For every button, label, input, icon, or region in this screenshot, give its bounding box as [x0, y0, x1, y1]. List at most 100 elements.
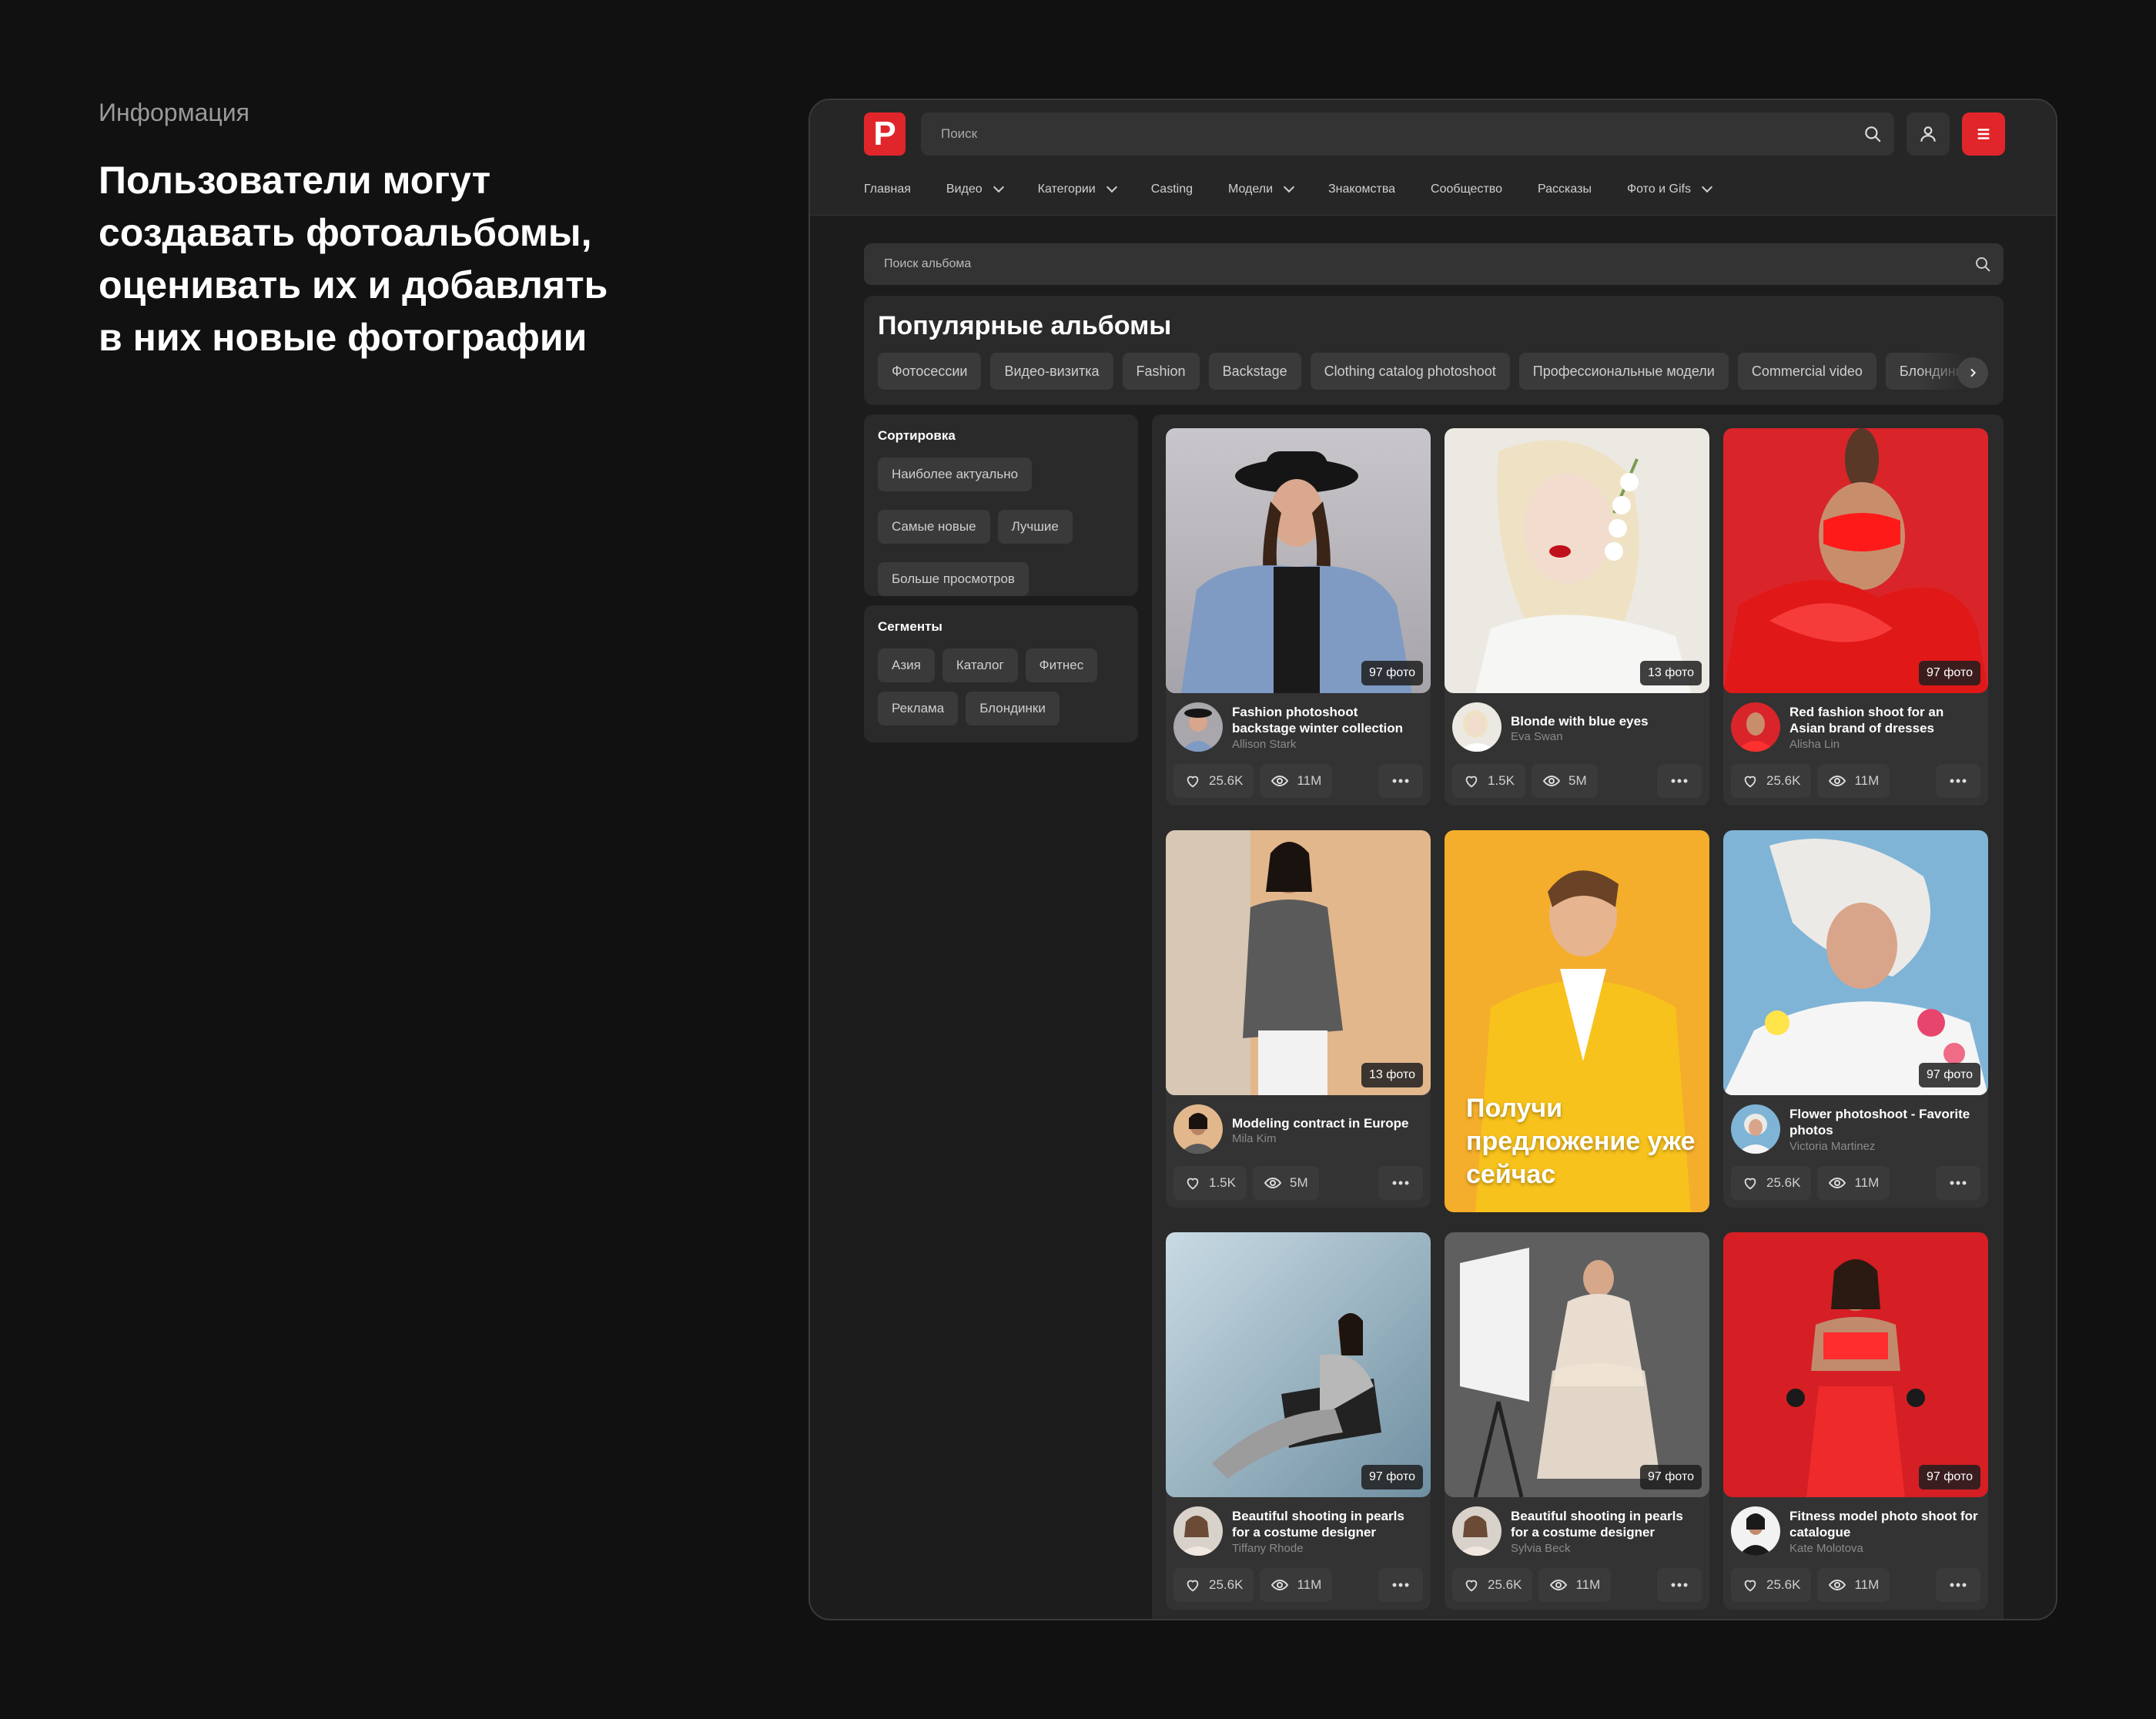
avatar[interactable] [1731, 1506, 1780, 1556]
chip-fashion[interactable]: Fashion [1122, 353, 1200, 390]
site-search-input[interactable] [941, 112, 1826, 156]
album-card[interactable]: 97 фото Red fashion shoot for an Asian b… [1723, 428, 1988, 806]
more-icon [1950, 1583, 1967, 1587]
album-card[interactable]: 97 фото Flower photoshoot - Favorite pho… [1723, 830, 1988, 1208]
album-cover[interactable]: 13 фото [1166, 830, 1431, 1095]
album-card[interactable]: 97 фото Beautiful shooting in pearls for… [1445, 1232, 1709, 1610]
album-author[interactable]: Victoria Martinez [1789, 1140, 1875, 1153]
chip-video-card[interactable]: Видео-визитка [990, 353, 1113, 390]
sort-best[interactable]: Лучшие [997, 510, 1073, 544]
likes-count: 25.6K [1766, 1175, 1801, 1190]
album-cover[interactable]: 97 фото [1723, 428, 1988, 693]
album-author[interactable]: Alisha Lin [1789, 738, 1840, 751]
like-button[interactable]: 25.6K [1731, 1166, 1812, 1200]
site-search [921, 112, 1888, 156]
like-button[interactable]: 25.6K [1731, 764, 1812, 798]
logo[interactable]: P [864, 112, 906, 156]
more-button[interactable] [1378, 764, 1423, 798]
album-title[interactable]: Blonde with blue eyes [1511, 713, 1703, 729]
views-count: 11M [1297, 1577, 1322, 1592]
album-author[interactable]: Eva Swan [1511, 730, 1563, 743]
nav-dating[interactable]: Знакомства [1328, 183, 1395, 196]
album-cover[interactable]: 97 фото [1445, 1232, 1709, 1497]
album-author[interactable]: Sylvia Beck [1511, 1542, 1571, 1555]
album-title[interactable]: Red fashion shoot for an Asian brand of … [1789, 704, 1982, 736]
views-count: 11M [1575, 1577, 1601, 1592]
segment-catalog[interactable]: Каталог [942, 648, 1018, 682]
avatar[interactable] [1173, 1104, 1223, 1154]
segment-asia[interactable]: Азия [878, 648, 935, 682]
like-button[interactable]: 1.5K [1452, 764, 1525, 798]
chip-backstage[interactable]: Backstage [1208, 353, 1301, 390]
album-card[interactable]: 13 фото Modeling contract in Europe Mila… [1166, 830, 1431, 1208]
profile-button[interactable] [1907, 112, 1950, 156]
segment-fitness[interactable]: Фитнес [1025, 648, 1098, 682]
more-button[interactable] [1657, 764, 1702, 798]
avatar-image [1452, 702, 1502, 752]
album-title[interactable]: Beautiful shooting in pearls for a costu… [1511, 1508, 1703, 1540]
chips-next-button[interactable] [1957, 357, 1988, 388]
nav-categories[interactable]: Категории [1038, 181, 1117, 196]
like-button[interactable]: 25.6K [1173, 764, 1254, 798]
album-card[interactable]: 13 фото Blonde with blue eyes Eva Swan 1… [1445, 428, 1709, 806]
menu-button[interactable] [1962, 112, 2005, 156]
promo-text: Получи предложение уже сейчас [1466, 1094, 1696, 1189]
album-title[interactable]: Fashion photoshoot backstage winter coll… [1232, 704, 1424, 736]
sort-newest[interactable]: Самые новые [878, 510, 990, 544]
popular-albums: Популярные альбомы Фотосессии Видео-визи… [864, 296, 2004, 405]
album-author[interactable]: Tiffany Rhode [1232, 1542, 1304, 1555]
nav-home[interactable]: Главная [864, 183, 911, 196]
album-card[interactable]: 97 фото Fashion photoshoot backstage win… [1166, 428, 1431, 806]
more-button[interactable] [1936, 764, 1980, 798]
chip-commercial-video[interactable]: Commercial video [1737, 353, 1876, 390]
album-author[interactable]: Mila Kim [1232, 1132, 1277, 1145]
album-cover[interactable]: 97 фото [1166, 428, 1431, 693]
album-cover[interactable]: 97 фото [1723, 830, 1988, 1095]
chip-pro-models[interactable]: Профессиональные модели [1518, 353, 1729, 390]
like-button[interactable]: 25.6K [1452, 1568, 1533, 1602]
album-card[interactable]: 97 фото Beautiful shooting in pearls for… [1166, 1232, 1431, 1610]
avatar[interactable] [1731, 702, 1780, 752]
more-button[interactable] [1657, 1568, 1702, 1602]
album-search-button[interactable] [1964, 245, 2002, 283]
album-card[interactable]: 97 фото Fitness model photo shoot for ca… [1723, 1232, 1988, 1610]
eye-icon [1264, 1177, 1282, 1189]
avatar[interactable] [1173, 702, 1223, 752]
avatar[interactable] [1452, 1506, 1502, 1556]
nav-stories[interactable]: Рассказы [1538, 183, 1592, 196]
like-button[interactable]: 1.5K [1173, 1166, 1247, 1200]
album-title[interactable]: Fitness model photo shoot for catalogue [1789, 1508, 1982, 1540]
album-cover[interactable]: 97 фото [1166, 1232, 1431, 1497]
nav-community[interactable]: Сообщество [1431, 183, 1502, 196]
more-button[interactable] [1936, 1568, 1980, 1602]
nav-models[interactable]: Модели [1228, 181, 1295, 196]
avatar[interactable] [1731, 1104, 1780, 1154]
avatar[interactable] [1452, 702, 1502, 752]
like-button[interactable]: 25.6K [1173, 1568, 1254, 1602]
nav-photos-gifs[interactable]: Фото и Gifs [1627, 181, 1713, 196]
album-title[interactable]: Flower photoshoot - Favorite photos [1789, 1106, 1982, 1138]
nav-video[interactable]: Видео [946, 181, 1004, 196]
album-cover[interactable]: 97 фото [1723, 1232, 1988, 1497]
sort-most-viewed[interactable]: Больше просмотров [878, 562, 1029, 596]
segment-blondes[interactable]: Блондинки [966, 692, 1060, 725]
album-search-input[interactable] [884, 243, 1931, 285]
album-title[interactable]: Modeling contract in Europe [1232, 1115, 1424, 1131]
promo-banner[interactable]: Получи предложение уже сейчас [1445, 830, 1709, 1212]
search-button[interactable] [1851, 112, 1894, 156]
views-stat: 11M [1260, 764, 1333, 798]
segment-ads[interactable]: Реклама [878, 692, 959, 725]
more-button[interactable] [1378, 1166, 1423, 1200]
album-author[interactable]: Allison Stark [1232, 738, 1296, 751]
album-cover[interactable]: 13 фото [1445, 428, 1709, 693]
more-button[interactable] [1378, 1568, 1423, 1602]
more-button[interactable] [1936, 1166, 1980, 1200]
album-title[interactable]: Beautiful shooting in pearls for a costu… [1232, 1508, 1424, 1540]
nav-casting[interactable]: Casting [1151, 183, 1193, 196]
sort-relevant[interactable]: Наиболее актуально [878, 457, 1033, 491]
avatar[interactable] [1173, 1506, 1223, 1556]
chip-photoshoots[interactable]: Фотосессии [878, 353, 982, 390]
album-author[interactable]: Kate Molotova [1789, 1542, 1863, 1555]
chip-clothing-catalog[interactable]: Clothing catalog photoshoot [1310, 353, 1510, 390]
like-button[interactable]: 25.6K [1731, 1568, 1812, 1602]
